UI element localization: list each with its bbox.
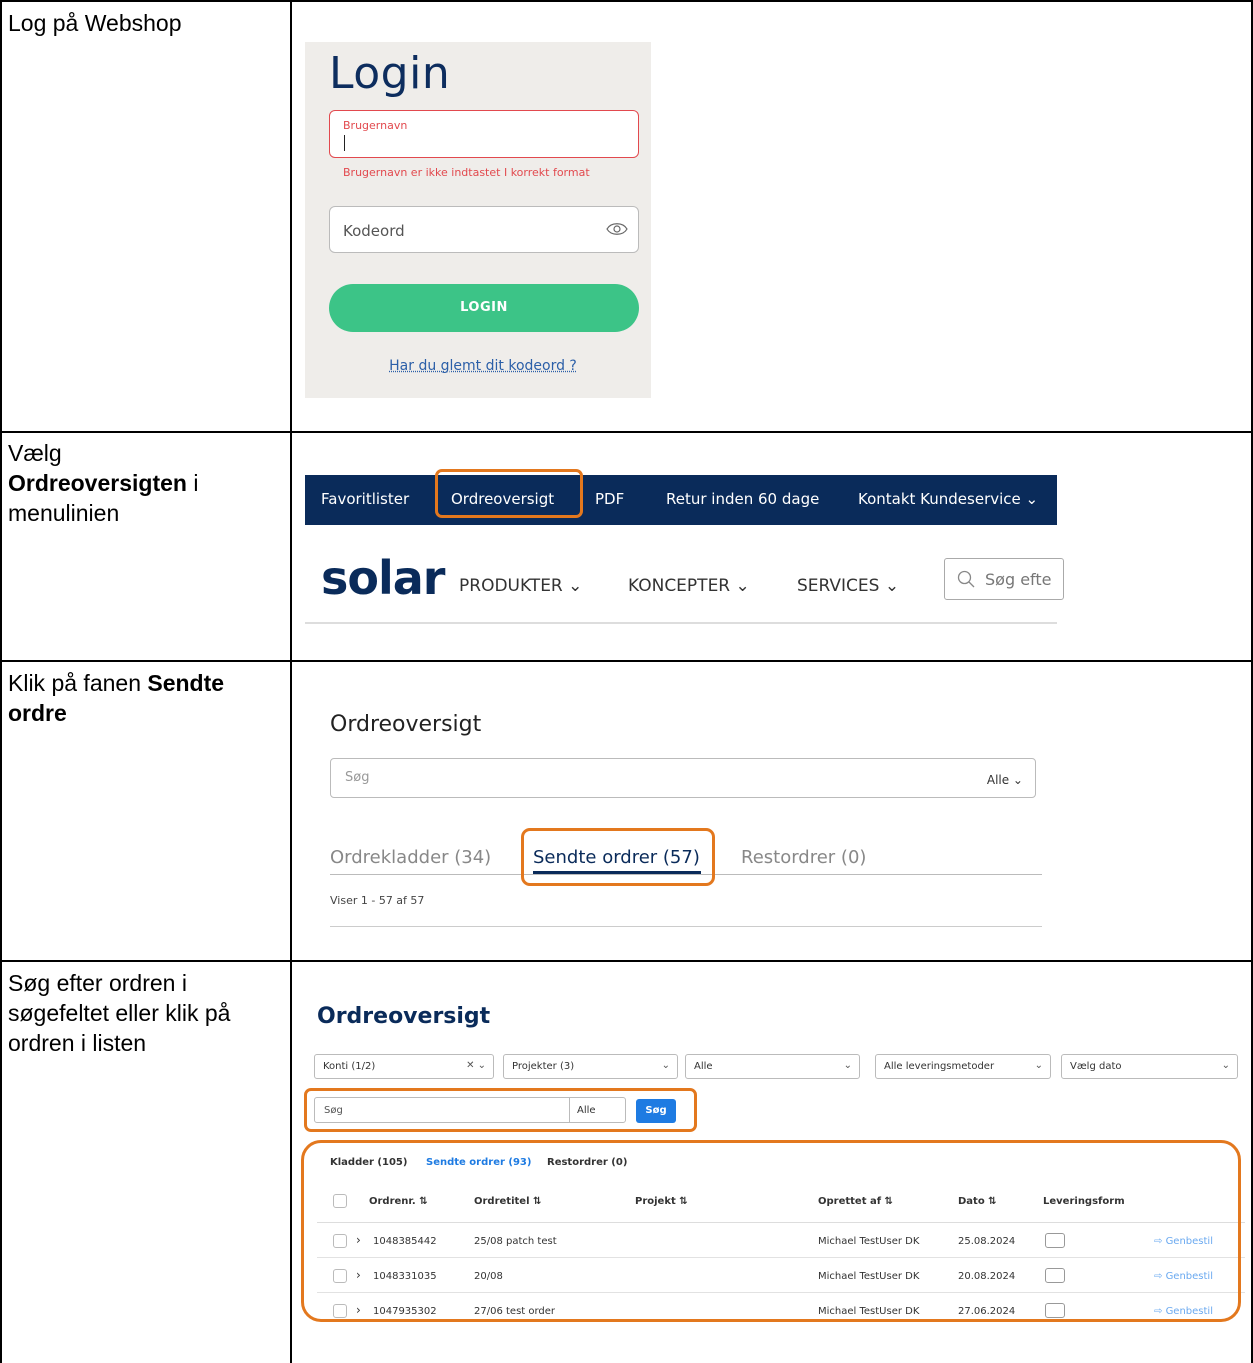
list-divider <box>330 926 1042 927</box>
site-search-input[interactable]: Søg efte <box>944 558 1064 600</box>
filter-alle[interactable]: Alle ⌄ <box>685 1054 860 1079</box>
nav-kontakt-kundeservice[interactable]: Kontakt Kundeservice ⌄ <box>858 490 1038 508</box>
search-icon <box>957 570 975 588</box>
password-placeholder: Kodeord <box>343 222 405 240</box>
filter-projekter[interactable]: Projekter (3) ⌄ <box>503 1054 678 1079</box>
login-panel: Login Brugernavn Brugernavn er ikke indt… <box>305 42 651 398</box>
filter-dato[interactable]: Vælg dato ⌄ <box>1061 1054 1238 1079</box>
step-3-instruction: Klik på fanen Sendte ordre <box>8 670 225 726</box>
tab-ordrekladder[interactable]: Ordrekladder (34) <box>330 847 491 868</box>
eye-icon[interactable] <box>606 220 628 238</box>
ordreoversigt-highlight <box>435 469 583 518</box>
forgot-password-link[interactable]: Har du glemt dit kodeord ? <box>305 358 661 374</box>
step-4-instruction: Søg efter ordren i søgefeltet eller klik… <box>8 970 231 1056</box>
result-count: Viser 1 - 57 af 57 <box>330 894 425 907</box>
step-2-instruction: Vælg Ordreoversigten i menulinien <box>8 440 199 526</box>
top-navbar: Favoritlister Ordreoversigt PDF Retur in… <box>305 475 1057 525</box>
menu-koncepter[interactable]: KONCEPTER ⌄ <box>628 576 750 596</box>
tabs-screenshot: Ordreoversigt Søg Alle ⌄ Ordrekladder (3… <box>293 662 1251 960</box>
filter-konti[interactable]: Konti (1/2) ✕ ⌄ <box>314 1054 494 1079</box>
solar-logo[interactable]: solar <box>321 551 445 605</box>
filter-alle-label: Alle <box>694 1061 713 1072</box>
chevron-down-icon: ⌄ <box>1034 1060 1043 1071</box>
step-1-instruction: Log på Webshop <box>8 10 182 36</box>
filter-konti-label: Konti (1/2) <box>323 1061 376 1072</box>
nav-favoritlister[interactable]: Favoritlister <box>321 490 409 508</box>
menu-services[interactable]: SERVICES ⌄ <box>797 576 899 596</box>
clear-chevron-icon[interactable]: ✕ ⌄ <box>466 1060 486 1071</box>
username-field[interactable]: Brugernavn <box>329 110 639 158</box>
filter-leveringsmetoder-label: Alle leveringsmetoder <box>884 1061 995 1072</box>
page-title: Ordreoversigt <box>317 1004 491 1029</box>
login-button[interactable]: LOGIN <box>329 284 639 332</box>
nav-pdf[interactable]: PDF <box>595 490 624 508</box>
search-scope-select[interactable]: Alle ⌄ <box>987 773 1023 787</box>
username-error-text: Brugernavn er ikke indtastet I korrekt f… <box>343 166 590 179</box>
site-search-placeholder: Søg efte <box>985 570 1052 589</box>
search-highlight <box>304 1088 697 1132</box>
text-caret <box>344 135 345 151</box>
table-border-left <box>0 0 2 1363</box>
filter-projekter-label: Projekter (3) <box>512 1061 575 1072</box>
chevron-down-icon: ⌄ <box>661 1060 670 1071</box>
chevron-down-icon: ⌄ <box>843 1060 852 1071</box>
chevron-down-icon: ⌄ <box>1221 1060 1230 1071</box>
navigation-screenshot: Favoritlister Ordreoversigt PDF Retur in… <box>293 433 1251 660</box>
filter-leveringsmetoder[interactable]: Alle leveringsmetoder ⌄ <box>875 1054 1051 1079</box>
password-field[interactable]: Kodeord <box>329 206 639 253</box>
order-list-highlight <box>301 1140 1241 1322</box>
table-column-divider <box>290 0 292 1363</box>
order-overview-screenshot: Ordreoversigt Konti (1/2) ✕ ⌄ Projekter … <box>293 962 1251 1363</box>
menu-produkter[interactable]: PRODUKTER ⌄ <box>459 576 582 596</box>
filter-dato-label: Vælg dato <box>1070 1061 1122 1072</box>
order-search-input[interactable]: Søg Alle ⌄ <box>330 758 1036 798</box>
login-title: Login <box>329 48 451 99</box>
username-label: Brugernavn <box>343 119 408 132</box>
instruction-table: Log på Webshop Vælg Ordreoversigten i me… <box>0 0 1253 1363</box>
page-title: Ordreoversigt <box>330 712 482 737</box>
nav-retur[interactable]: Retur inden 60 dage <box>666 490 819 508</box>
login-screenshot: Login Brugernavn Brugernavn er ikke indt… <box>293 2 1251 431</box>
tab-restordrer[interactable]: Restordrer (0) <box>741 847 866 868</box>
sendte-ordrer-highlight <box>521 828 715 886</box>
order-search-placeholder: Søg <box>345 770 370 785</box>
header-divider <box>305 622 1057 624</box>
